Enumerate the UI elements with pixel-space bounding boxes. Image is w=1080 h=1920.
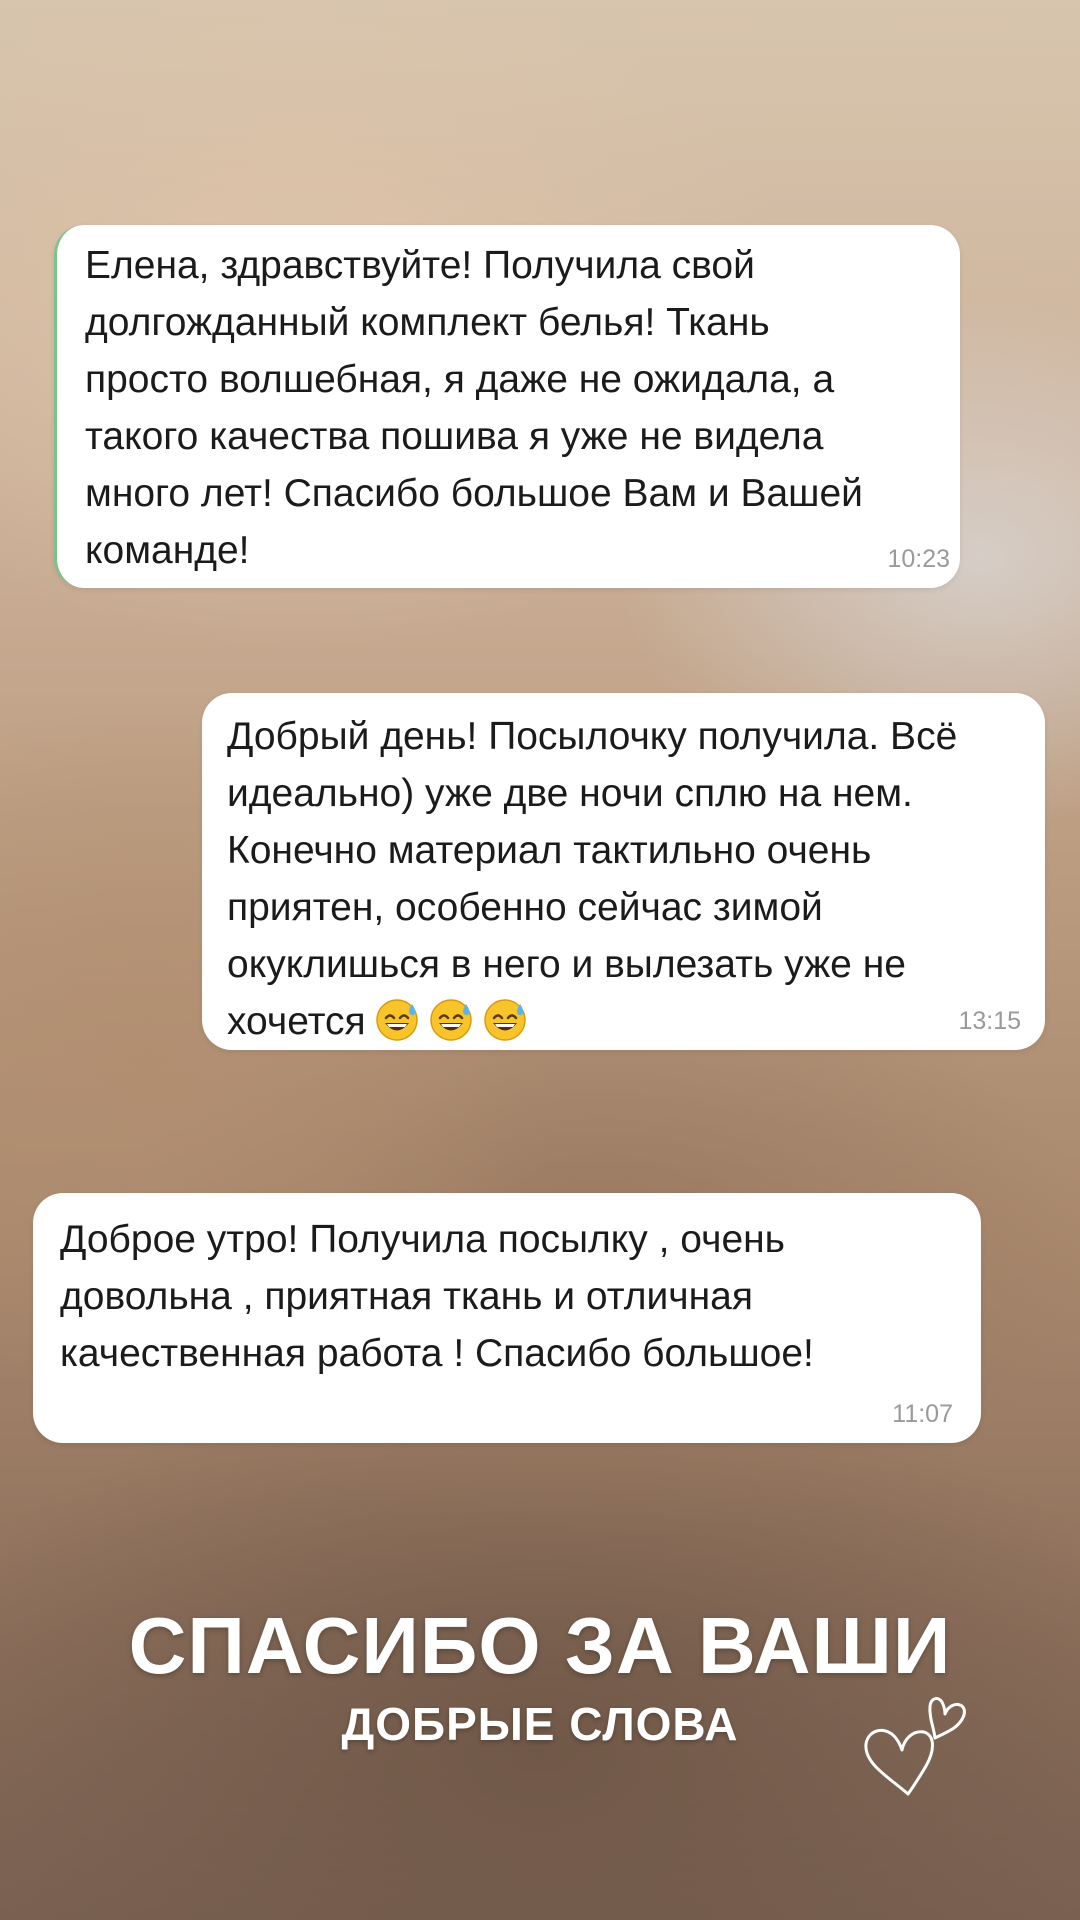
message-bubble-2: Добрый день! Посылочку получила. Всё иде… — [202, 693, 1045, 1050]
message-text-2-container: Добрый день! Посылочку получила. Всё иде… — [227, 708, 957, 1050]
grinning-sweat-emoji-icon — [429, 999, 472, 1041]
message-time-1: 10:23 — [887, 545, 950, 573]
hearts-doodle-icon — [864, 1697, 966, 1796]
message-text-3: Доброе утро! Получила посылку , очень до… — [60, 1218, 814, 1375]
message-time-2: 13:15 — [958, 1007, 1021, 1035]
message-text-2: Добрый день! Посылочку получила. Всё иде… — [227, 715, 958, 1043]
message-time-3: 11:07 — [892, 1400, 953, 1428]
grinning-sweat-emoji-icon — [483, 999, 526, 1041]
message-bubble-1: Елена, здравствуйте! Получила свой долго… — [54, 225, 960, 588]
grinning-sweat-emoji-icon — [375, 999, 418, 1041]
message-text-1: Елена, здравствуйте! Получила свой долго… — [85, 244, 863, 572]
message-bubble-3: Доброе утро! Получила посылку , очень до… — [33, 1193, 981, 1443]
